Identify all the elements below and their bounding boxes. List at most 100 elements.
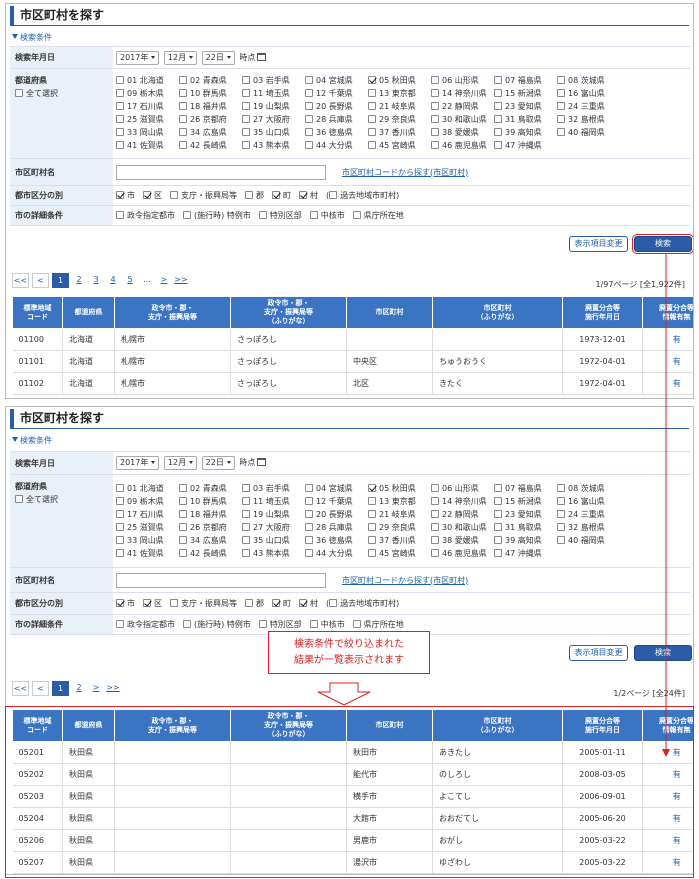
prefecture-checkbox[interactable]: 23 愛知県 (494, 102, 557, 112)
prefecture-checkbox[interactable]: 35 山口県 (242, 128, 305, 138)
pagination-link[interactable]: > (157, 273, 171, 288)
prefecture-checkbox[interactable]: 06 山形県 (431, 76, 494, 86)
prefecture-checkbox[interactable]: 19 山梨県 (242, 102, 305, 112)
prefecture-checkbox[interactable]: 36 徳島県 (305, 128, 368, 138)
prefecture-checkbox[interactable]: 07 福島県 (494, 483, 557, 494)
prefecture-checkbox[interactable]: 28 兵庫県 (305, 115, 368, 125)
change-columns-button[interactable]: 表示項目変更 (569, 645, 628, 661)
type-option[interactable]: 町 (272, 191, 291, 200)
prefecture-checkbox[interactable]: 02 青森県 (179, 483, 242, 494)
detail-option[interactable]: 県庁所在地 (352, 620, 404, 629)
prefecture-checkbox[interactable]: 15 新潟県 (494, 89, 557, 99)
type-option[interactable]: (過去地域市町村) (326, 599, 399, 608)
type-option[interactable]: 郡 (245, 599, 264, 608)
type-option[interactable]: 市 (116, 191, 135, 200)
prefecture-checkbox[interactable]: 01 北海道 (116, 483, 179, 494)
prefecture-checkbox[interactable]: 04 宮城県 (305, 483, 368, 494)
day-select[interactable]: 22日 (201, 50, 235, 65)
prefecture-checkbox[interactable]: 18 福井県 (179, 509, 242, 520)
column-header[interactable]: 政令市・郡・ 支庁・振興局等 (114, 296, 231, 329)
select-all-checkbox[interactable]: 全て選択 (15, 494, 108, 505)
pagination-link[interactable]: < (32, 681, 49, 696)
column-header[interactable]: 標準地域 コード (12, 296, 63, 329)
change-info-link[interactable]: 有 (642, 328, 693, 351)
day-select[interactable]: 22日 (201, 456, 235, 470)
search-button[interactable]: 検索 (632, 234, 693, 254)
prefecture-checkbox[interactable]: 13 東京都 (368, 496, 431, 507)
prefecture-checkbox[interactable]: 14 神奈川県 (431, 496, 494, 507)
prefecture-checkbox[interactable]: 37 香川県 (368, 128, 431, 138)
prefecture-checkbox[interactable]: 02 青森県 (179, 76, 242, 86)
prefecture-checkbox[interactable]: 39 高知県 (494, 535, 557, 546)
prefecture-checkbox[interactable]: 10 群馬県 (179, 89, 242, 99)
prefecture-checkbox[interactable]: 37 香川県 (368, 535, 431, 546)
pagination-link[interactable]: 4 (106, 273, 120, 288)
prefecture-checkbox[interactable]: 45 宮崎県 (368, 141, 431, 151)
type-option[interactable]: 町 (272, 599, 291, 608)
prefecture-checkbox[interactable]: 43 熊本県 (242, 141, 305, 151)
municipality-code-link[interactable]: 市区町村コードから探す(市区町村) (342, 576, 468, 585)
type-option[interactable]: 区 (143, 599, 162, 608)
prefecture-checkbox[interactable]: 39 高知県 (494, 128, 557, 138)
type-option[interactable]: 村 (299, 599, 318, 608)
prefecture-checkbox[interactable]: 06 山形県 (431, 483, 494, 494)
prefecture-checkbox[interactable]: 13 東京都 (368, 89, 431, 99)
prefecture-checkbox[interactable]: 45 宮崎県 (368, 548, 431, 559)
select-all-checkbox[interactable]: 全て選択 (15, 88, 108, 99)
detail-option[interactable]: (施行時) 特例市 (183, 211, 251, 220)
prefecture-checkbox[interactable]: 38 愛媛県 (431, 128, 494, 138)
prefecture-checkbox[interactable]: 34 広島県 (179, 128, 242, 138)
detail-option[interactable]: 中核市 (309, 211, 345, 220)
prefecture-checkbox[interactable]: 25 滋賀県 (116, 522, 179, 533)
detail-option[interactable]: 県庁所在地 (352, 211, 404, 220)
column-header[interactable]: 廃置分合等 情報有無 (642, 296, 693, 329)
column-header[interactable]: 市区町村 （ふりがな） (432, 296, 563, 329)
pagination-link[interactable]: 5 (123, 273, 137, 288)
prefecture-checkbox[interactable]: 38 愛媛県 (431, 535, 494, 546)
prefecture-checkbox[interactable]: 26 京都府 (179, 115, 242, 125)
pagination-link[interactable]: 2 (72, 681, 86, 696)
prefecture-checkbox[interactable]: 27 大阪府 (242, 115, 305, 125)
pagination-link[interactable]: 1 (52, 681, 69, 696)
prefecture-checkbox[interactable]: 31 鳥取県 (494, 115, 557, 125)
detail-option[interactable]: 政令指定都市 (116, 620, 175, 629)
pagination-link[interactable]: << (12, 273, 29, 288)
prefecture-checkbox[interactable]: 43 熊本県 (242, 548, 305, 559)
search-button[interactable]: 検索 (634, 645, 692, 661)
prefecture-checkbox[interactable]: 08 茨城県 (557, 483, 620, 494)
calendar-icon[interactable] (257, 52, 267, 61)
prefecture-checkbox[interactable]: 47 沖縄県 (494, 141, 557, 151)
change-info-link[interactable]: 有 (642, 372, 693, 395)
prefecture-checkbox[interactable]: 15 新潟県 (494, 496, 557, 507)
prefecture-checkbox[interactable]: 12 千葉県 (305, 89, 368, 99)
prefecture-checkbox[interactable]: 22 静岡県 (431, 102, 494, 112)
prefecture-checkbox[interactable]: 40 福岡県 (557, 128, 620, 138)
change-info-link[interactable]: 有 (642, 350, 693, 373)
pagination-link[interactable]: >> (174, 273, 188, 288)
pagination-link[interactable]: < (32, 273, 49, 288)
prefecture-checkbox[interactable]: 46 鹿児島県 (431, 548, 494, 559)
municipality-name-input[interactable] (116, 572, 326, 588)
type-option[interactable]: 村 (299, 191, 318, 200)
prefecture-checkbox[interactable]: 24 三重県 (557, 509, 620, 520)
municipality-code-link[interactable]: 市区町村コードから探す(市区町村) (342, 168, 468, 177)
prefecture-checkbox[interactable]: 42 長崎県 (179, 548, 242, 559)
prefecture-checkbox[interactable]: 21 岐阜県 (368, 102, 431, 112)
type-option[interactable]: 支庁・振興局等 (170, 191, 237, 200)
prefecture-checkbox[interactable]: 42 長崎県 (179, 141, 242, 151)
prefecture-checkbox[interactable]: 24 三重県 (557, 102, 620, 112)
detail-option[interactable]: (施行時) 特例市 (183, 620, 251, 629)
prefecture-checkbox[interactable]: 32 島根県 (557, 115, 620, 125)
pagination-link[interactable]: >> (106, 681, 120, 696)
prefecture-checkbox[interactable]: 27 大阪府 (242, 522, 305, 533)
prefecture-checkbox[interactable]: 30 和歌山県 (431, 522, 494, 533)
prefecture-checkbox[interactable]: 29 奈良県 (368, 522, 431, 533)
prefecture-checkbox[interactable]: 16 富山県 (557, 496, 620, 507)
prefecture-checkbox[interactable]: 46 鹿児島県 (431, 141, 494, 151)
column-header[interactable]: 廃置分合等 施行年月日 (562, 296, 643, 329)
prefecture-checkbox[interactable]: 09 栃木県 (116, 89, 179, 99)
prefecture-checkbox[interactable]: 36 徳島県 (305, 535, 368, 546)
prefecture-checkbox[interactable]: 29 奈良県 (368, 115, 431, 125)
pagination-link[interactable]: 1 (52, 273, 69, 288)
prefecture-checkbox[interactable]: 33 岡山県 (116, 128, 179, 138)
